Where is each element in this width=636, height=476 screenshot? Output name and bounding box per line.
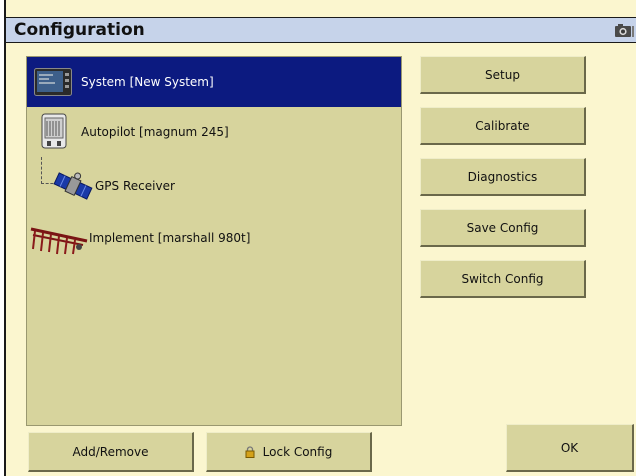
configuration-window: Configuration System [New System] Autopi… bbox=[4, 0, 636, 476]
display-icon bbox=[34, 68, 72, 96]
tree-item-system[interactable]: System [New System] bbox=[27, 57, 401, 107]
tree-item-label: System [New System] bbox=[81, 75, 214, 89]
camera-icon[interactable] bbox=[614, 23, 634, 38]
device-tree[interactable]: System [New System] Autopilot [magnum 24… bbox=[26, 56, 402, 426]
lock-icon bbox=[245, 445, 255, 458]
title-bar: Configuration bbox=[6, 17, 636, 43]
implement-icon bbox=[30, 227, 88, 255]
ok-button[interactable]: OK bbox=[506, 424, 634, 472]
diagnostics-button[interactable]: Diagnostics bbox=[420, 158, 586, 196]
tree-item-autopilot[interactable]: Autopilot [magnum 245] bbox=[27, 107, 401, 157]
page-title: Configuration bbox=[14, 20, 145, 40]
lock-config-button[interactable]: Lock Config bbox=[206, 432, 372, 472]
save-config-button[interactable]: Save Config bbox=[420, 209, 586, 247]
add-remove-button[interactable]: Add/Remove bbox=[28, 432, 194, 472]
switch-config-button[interactable]: Switch Config bbox=[420, 260, 586, 298]
tree-item-label: Autopilot [magnum 245] bbox=[81, 125, 229, 139]
satellite-icon bbox=[53, 172, 93, 200]
tree-item-label: GPS Receiver bbox=[95, 179, 175, 193]
autopilot-controller-icon bbox=[41, 113, 67, 149]
tree-item-implement[interactable]: Implement [marshall 980t] bbox=[27, 213, 401, 263]
tree-item-gps-receiver[interactable]: GPS Receiver bbox=[27, 161, 401, 211]
tree-item-label: Implement [marshall 980t] bbox=[89, 231, 251, 245]
setup-button[interactable]: Setup bbox=[420, 56, 586, 94]
calibrate-button[interactable]: Calibrate bbox=[420, 107, 586, 145]
lock-config-label: Lock Config bbox=[262, 444, 333, 459]
